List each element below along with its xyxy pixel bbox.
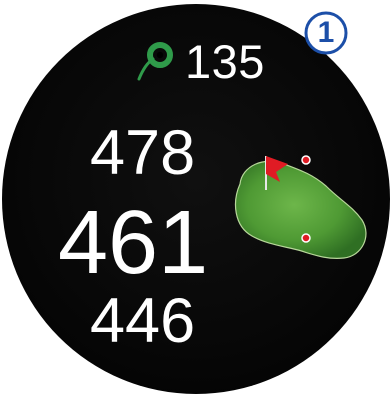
front-distance: 446 <box>90 286 196 356</box>
golf-pin-icon <box>137 42 173 81</box>
watch-face: 135 478 461 446 <box>2 4 390 394</box>
front-of-green-marker <box>301 233 311 243</box>
hole-number: 1 <box>317 16 335 49</box>
hole-label: 135 <box>185 35 265 88</box>
header: 135 <box>133 37 265 87</box>
back-of-green-marker <box>301 155 311 165</box>
green-map[interactable] <box>222 146 374 266</box>
middle-distance: 461 <box>58 193 209 293</box>
hole-number-badge: 1 <box>303 10 349 56</box>
putting-green-shape <box>234 160 367 259</box>
back-distance: 478 <box>90 118 196 188</box>
